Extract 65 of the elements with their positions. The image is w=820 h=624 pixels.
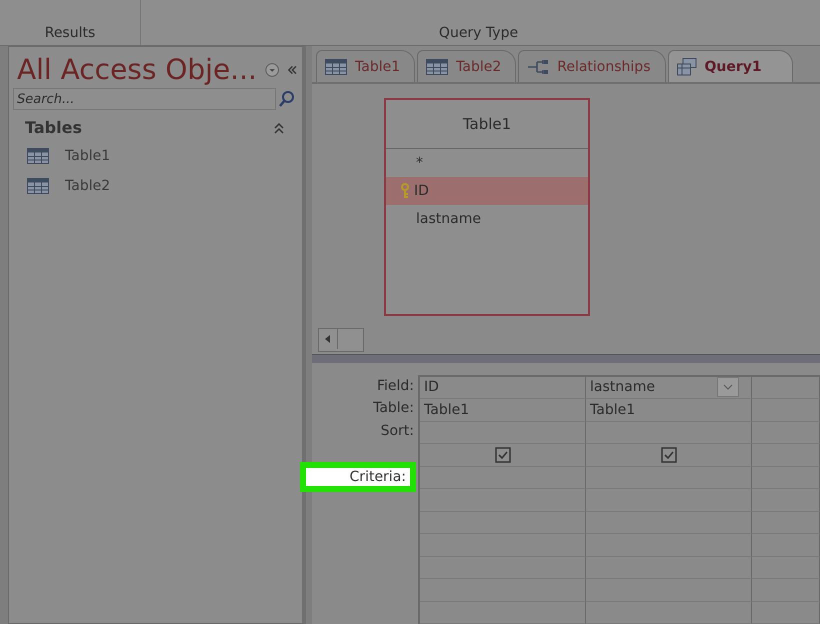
grid-cell[interactable] <box>752 466 820 489</box>
grid-cell[interactable] <box>752 489 820 512</box>
grid-cell[interactable]: Table1 <box>586 399 752 422</box>
grid-cell[interactable] <box>420 602 586 624</box>
row-label: Table: <box>373 400 414 416</box>
grid-cell[interactable] <box>420 489 586 512</box>
table-icon <box>27 178 49 194</box>
grid-cell[interactable] <box>752 376 820 399</box>
grid-cell[interactable] <box>586 602 752 624</box>
grid-cell[interactable]: lastname <box>586 376 752 399</box>
ribbon-group-label: Results <box>44 25 96 41</box>
horizontal-scrollbar[interactable] <box>318 328 364 352</box>
document-tab[interactable]: Query1 <box>668 50 793 82</box>
grid-cell[interactable]: Table1 <box>420 399 586 422</box>
document-tab[interactable]: Table2 <box>417 50 516 82</box>
search-field[interactable]: Search... <box>13 88 276 110</box>
grid-cell[interactable] <box>752 534 820 556</box>
grid-cell[interactable] <box>420 534 586 556</box>
nav-item[interactable]: Table2 <box>9 171 302 201</box>
field-list-title: Table1 <box>386 100 588 150</box>
grid-cell[interactable] <box>586 489 752 512</box>
grid-cell[interactable] <box>586 579 752 602</box>
query-icon <box>676 58 696 76</box>
table-icon <box>325 58 347 75</box>
grid-cell[interactable] <box>752 399 820 422</box>
grid-cell[interactable] <box>586 534 752 556</box>
grid-cell[interactable] <box>420 422 586 444</box>
grid-cell[interactable] <box>586 422 752 444</box>
grid-cell[interactable] <box>586 466 752 489</box>
table-icon <box>426 58 448 75</box>
checkbox[interactable] <box>494 446 510 463</box>
grid-cell[interactable]: ID <box>420 376 586 399</box>
grid-cell[interactable] <box>752 579 820 602</box>
grid-cell[interactable] <box>420 466 586 489</box>
dropdown-icon[interactable] <box>264 62 280 78</box>
relationships-icon <box>527 58 550 75</box>
section-header: Tables <box>25 118 82 137</box>
pane-title: All Access Obje... <box>17 53 257 86</box>
grid-cell[interactable] <box>586 556 752 579</box>
highlighted-row-label: Criteria: <box>300 462 416 492</box>
grid-cell[interactable] <box>420 556 586 579</box>
grid-cell[interactable] <box>752 512 820 534</box>
grid-cell[interactable] <box>752 602 820 624</box>
ribbon-group-label: Query Type <box>438 25 518 41</box>
field-row[interactable]: ID <box>386 177 588 206</box>
row-label: Sort: <box>380 422 414 439</box>
grid-cell[interactable] <box>420 579 586 602</box>
row-label: Field: <box>376 378 414 394</box>
key-icon <box>400 183 410 200</box>
document-tab[interactable]: Table1 <box>316 50 416 82</box>
grid-cell[interactable] <box>752 422 820 444</box>
grid-cell[interactable] <box>752 444 820 466</box>
splitter-bar[interactable] <box>312 354 820 362</box>
collapse-icon[interactable] <box>274 122 284 134</box>
collapse-pane-icon[interactable] <box>287 64 298 76</box>
field-row[interactable]: lastname <box>386 205 588 234</box>
field-row[interactable]: * <box>386 149 588 178</box>
document-tab[interactable]: Relationships <box>518 50 666 82</box>
grid-cell[interactable] <box>586 512 752 534</box>
nav-item[interactable]: Table1 <box>9 141 302 171</box>
checkbox[interactable] <box>660 446 676 463</box>
grid-cell[interactable] <box>420 512 586 534</box>
table-icon <box>27 148 49 164</box>
grid-cell[interactable] <box>752 556 820 579</box>
dropdown-icon[interactable] <box>717 377 739 398</box>
